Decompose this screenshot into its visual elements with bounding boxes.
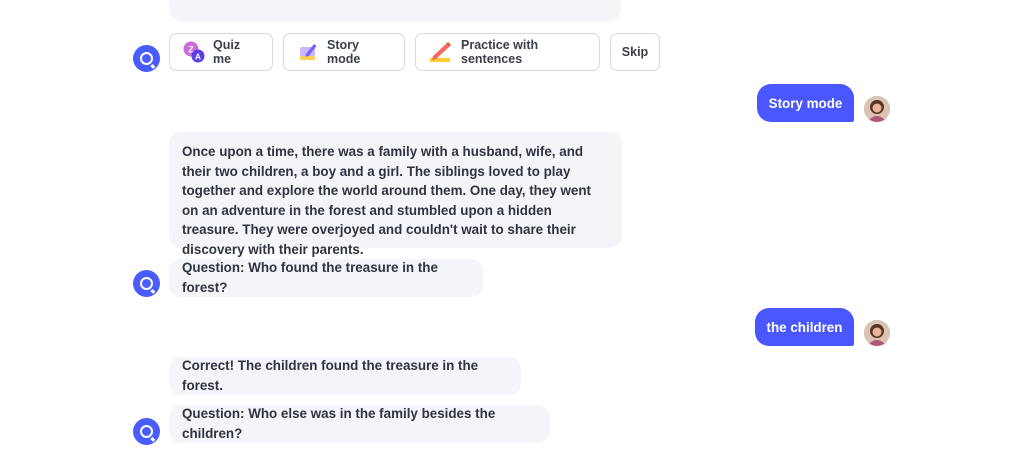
story-message-bubble: Once upon a time, there was a family wit… (169, 132, 622, 257)
user-avatar (864, 320, 890, 346)
question-bubble: Question: Who found the treasure in the … (169, 259, 483, 297)
question-text: Question: Who else was in the family bes… (182, 406, 496, 441)
skip-button[interactable]: Skip (610, 33, 660, 71)
feedback-text: Correct! The children found the treasure… (182, 358, 479, 393)
user-message-text: the children (766, 319, 843, 335)
question-text: Question: Who found the treasure in the … (182, 260, 438, 295)
question-bubble: Question: Who else was in the family bes… (169, 405, 550, 443)
story-mode-label: Story mode (327, 38, 361, 66)
quiz-me-button[interactable]: Z A Quiz me (169, 33, 273, 71)
user-avatar (864, 96, 890, 122)
skip-label: Skip (621, 45, 649, 59)
quiz-me-label: Quiz me (213, 38, 241, 66)
svg-text:A: A (195, 51, 201, 61)
bot-avatar-icon (133, 270, 160, 297)
story-text: Once upon a time, there was a family wit… (182, 144, 591, 257)
translate-icon: Z A (183, 41, 205, 63)
feedback-bubble: Correct! The children found the treasure… (169, 357, 521, 395)
practice-with-sentences-button[interactable]: Practice with sentences (415, 33, 600, 71)
user-message-bubble: the children (755, 308, 854, 346)
bot-avatar-icon (133, 45, 160, 72)
story-mode-button[interactable]: Story mode (283, 33, 405, 71)
notebook-pencil-icon (297, 41, 319, 63)
chat-thread: Z A Quiz me Story mode Practice with sen… (0, 0, 1024, 461)
pencil-icon (429, 41, 453, 63)
practice-label: Practice with sentences (461, 38, 539, 66)
option-buttons: Z A Quiz me Story mode Practice with sen… (169, 33, 660, 71)
user-message-bubble: Story mode (757, 84, 854, 122)
previous-message-bubble (169, 0, 621, 22)
user-message-text: Story mode (768, 95, 843, 111)
bot-avatar-icon (133, 418, 160, 445)
